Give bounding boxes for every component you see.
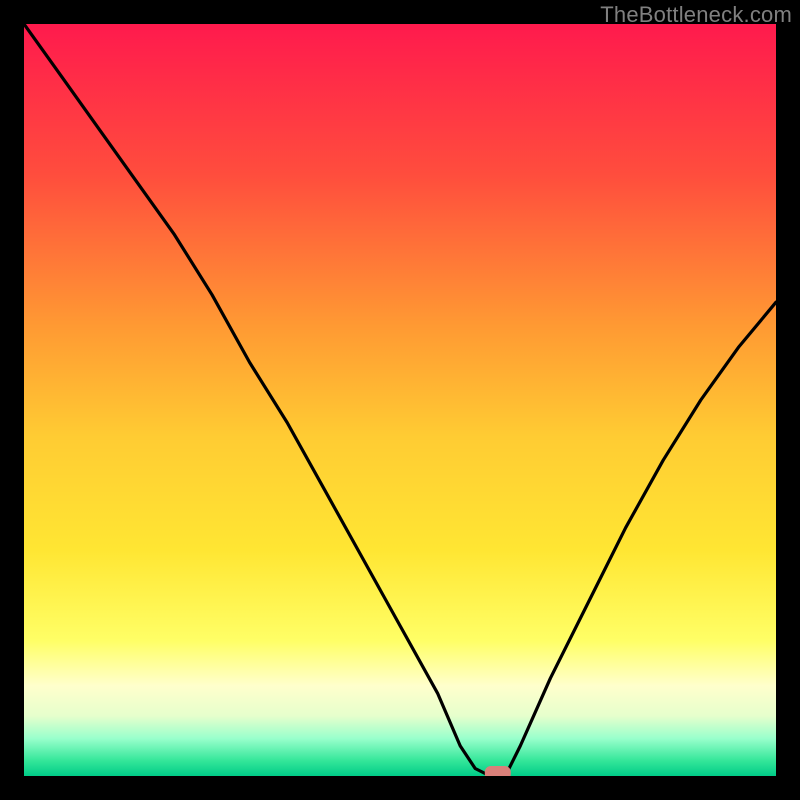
plot-background <box>24 24 776 776</box>
bottleneck-chart <box>24 24 776 776</box>
optimal-marker <box>485 766 511 776</box>
chart-frame: TheBottleneck.com <box>0 0 800 800</box>
